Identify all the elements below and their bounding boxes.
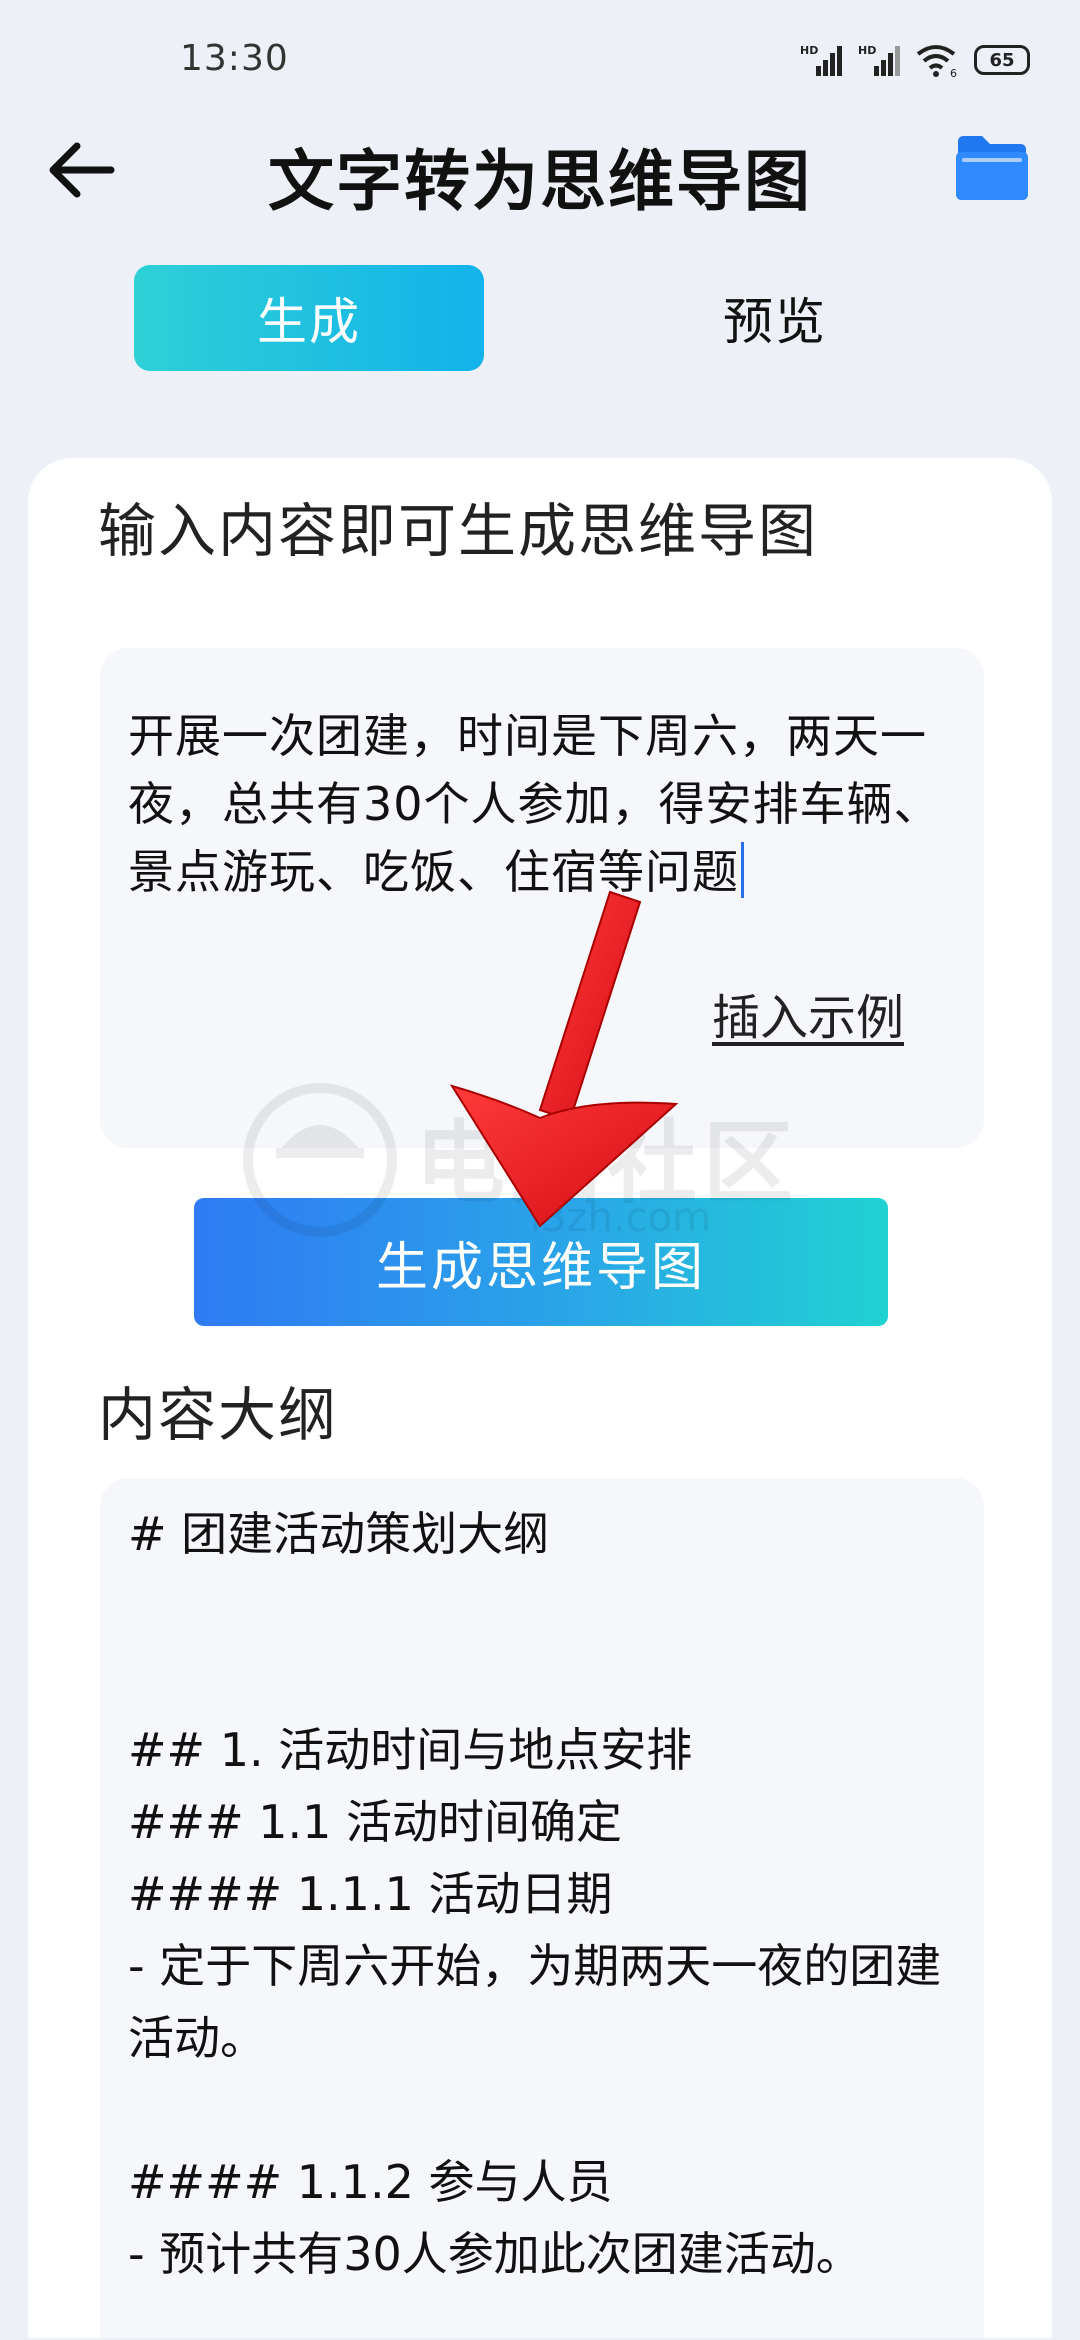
tab-bar: 生成 预览 — [0, 265, 1080, 373]
text-input-value[interactable]: 开展一次团建，时间是下周六，两天一夜，总共有30个人参加，得安排车辆、景点游玩、… — [128, 702, 958, 906]
outline-section-title: 内容大纲 — [98, 1381, 339, 1449]
svg-text:6: 6 — [950, 67, 957, 78]
svg-text:HD: HD — [800, 44, 818, 57]
outline-lines: # 团建活动策划大纲 ## 1. 活动时间与地点安排 ### 1.1 活动时间确定 #… — [128, 1498, 968, 2290]
watermark-logo-icon — [243, 1083, 397, 1237]
text-caret — [741, 842, 744, 898]
battery-level: 65 — [989, 49, 1015, 71]
tab-preview[interactable]: 预览 — [600, 265, 950, 371]
outline-content-area[interactable]: # 团建活动策划大纲 ## 1. 活动时间与地点安排 ### 1.1 活动时间确定 #… — [100, 1478, 984, 2338]
outline-line: # 团建活动策划大纲 — [128, 1507, 550, 1561]
wifi-icon: 6 — [916, 45, 957, 78]
page-title: 文字转为思维导图 — [268, 143, 812, 220]
folder-icon — [956, 136, 1028, 200]
folder-button[interactable] — [952, 132, 1032, 204]
text-input-content: 开展一次团建，时间是下周六，两天一夜，总共有30个人参加，得安排车辆、景点游玩、… — [128, 709, 941, 899]
outline-line — [128, 1642, 968, 1714]
outline-line: #### 1.1.1 活动日期 — [128, 1867, 613, 1921]
tab-generate[interactable]: 生成 — [134, 265, 484, 371]
outline-line — [128, 1570, 968, 1642]
battery-icon: 65 — [974, 45, 1030, 75]
outline-line — [128, 2074, 968, 2146]
signal-hd-icon: HD — [800, 44, 842, 76]
outline-line: #### 1.1.2 参与人员 — [128, 2155, 613, 2209]
red-arrow-annotation-icon — [449, 890, 679, 1228]
content-card: 输入内容即可生成思维导图 开展一次团建，时间是下周六，两天一夜，总共有30个人参… — [28, 458, 1052, 2338]
svg-text:HD: HD — [858, 44, 876, 57]
status-time: 13:30 — [180, 38, 289, 79]
status-icons: HD HD 6 65 — [800, 40, 1030, 80]
outline-line: ### 1.1 活动时间确定 — [128, 1795, 623, 1849]
signal-hd-icon-2: HD — [858, 44, 900, 76]
app-header: 文字转为思维导图 — [0, 110, 1080, 220]
outline-line: - 预计共有30人参加此次团建活动。 — [128, 2227, 862, 2281]
input-section-title: 输入内容即可生成思维导图 — [98, 497, 819, 565]
outline-line: - 定于下周六开始，为期两天一夜的团建活动。 — [128, 1939, 942, 2065]
insert-example-link[interactable]: 插入示例 — [712, 978, 904, 1048]
status-bar: 13:30 HD HD 6 65 — [0, 0, 1080, 110]
outline-line: ## 1. 活动时间与地点安排 — [128, 1723, 693, 1777]
